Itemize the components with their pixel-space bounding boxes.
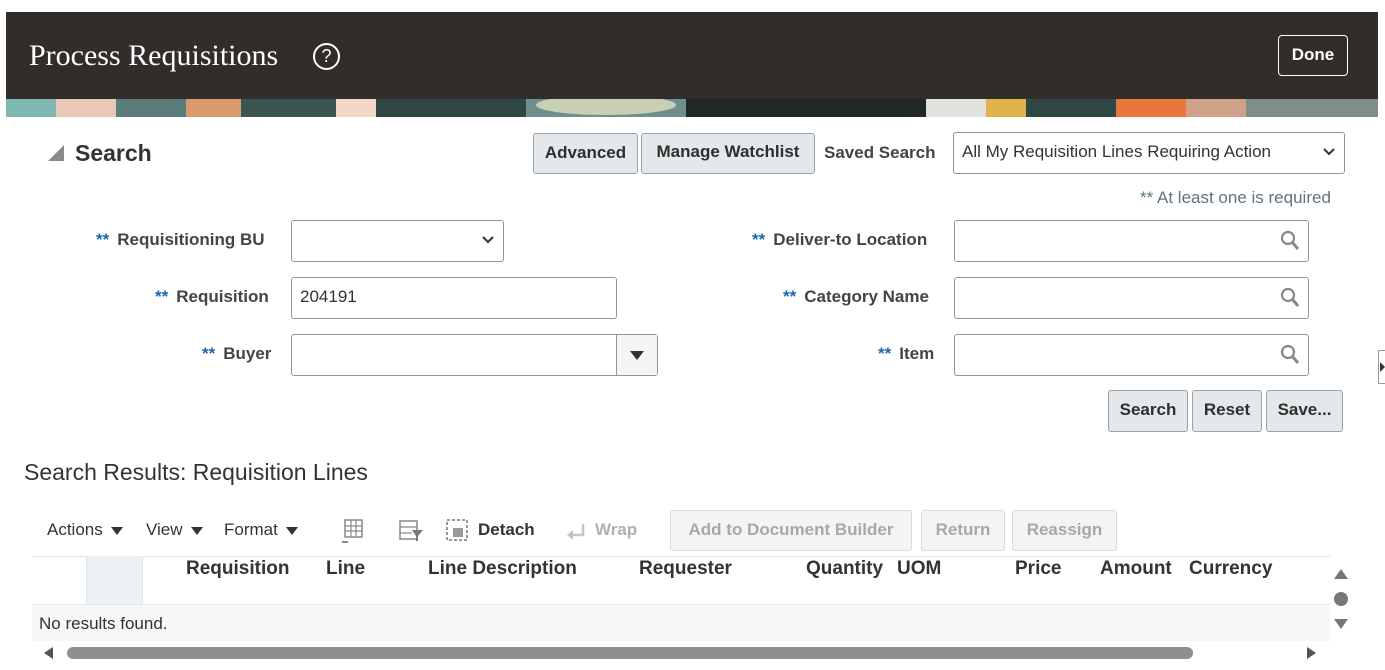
help-icon[interactable]: ? [313,43,340,70]
vertical-scrollbar[interactable] [1330,556,1352,642]
search-button[interactable]: Search [1108,390,1188,432]
return-button[interactable]: Return [921,510,1005,551]
buyer-dropdown-button[interactable] [616,335,657,375]
search-icon[interactable] [1280,230,1300,252]
expand-panel-icon [1380,362,1385,372]
item-input[interactable] [954,334,1309,376]
column-header-line-description[interactable]: Line Description [428,558,577,580]
requisition-value: 204191 [300,287,357,306]
scroll-thumb[interactable] [67,647,1193,659]
deliver-to-location-input[interactable] [954,220,1309,262]
horizontal-scrollbar[interactable] [32,642,1330,664]
deliver-to-location-label: ** Deliver-to Location [752,230,928,249]
format-menu[interactable]: Format [224,520,298,540]
dropdown-arrow-icon [630,351,644,360]
wrap-button: Wrap [595,520,638,539]
view-menu[interactable]: View [146,520,203,540]
required-marker: ** [96,230,110,249]
column-header-uom[interactable]: UOM [897,558,941,580]
scroll-left-icon[interactable] [44,647,53,659]
page-header: Process Requisitions ? Done [6,12,1378,99]
scroll-right-icon[interactable] [1307,647,1316,659]
actions-menu[interactable]: Actions [47,520,123,540]
requisitioning-bu-select[interactable] [291,220,504,262]
collapse-search-icon[interactable] [48,145,64,161]
column-header-amount[interactable]: Amount [1100,558,1172,580]
advanced-button[interactable]: Advanced [533,133,638,174]
scroll-thumb[interactable] [1334,592,1348,606]
saved-search-select[interactable]: All My Requisition Lines Requiring Actio… [953,132,1345,174]
done-button[interactable]: Done [1278,35,1348,76]
results-heading: Search Results: Requisition Lines [24,459,368,485]
required-marker: ** [202,344,216,363]
column-header-line[interactable]: Line [326,558,365,580]
saved-search-label: Saved Search [824,143,936,162]
scroll-up-icon[interactable] [1334,569,1348,579]
column-header-currency[interactable]: Currency [1189,558,1272,580]
manage-watchlist-button[interactable]: Manage Watchlist [641,133,815,174]
saved-search-value: All My Requisition Lines Requiring Actio… [962,142,1271,161]
requisition-label: ** Requisition [155,287,269,306]
chevron-down-icon [1323,148,1335,156]
search-heading: Search [75,140,152,166]
scroll-down-icon[interactable] [1334,619,1348,629]
decorative-banner [6,99,1378,117]
column-header-quantity[interactable]: Quantity [806,558,883,580]
detach-icon[interactable] [445,518,469,542]
add-to-document-builder-button[interactable]: Add to Document Builder [670,510,912,551]
requisition-input[interactable]: 204191 [291,277,617,319]
page-title: Process Requisitions [29,39,279,72]
required-hint: ** At least one is required [1140,188,1331,207]
column-header-price[interactable]: Price [1015,558,1061,580]
buyer-label: ** Buyer [202,344,272,363]
required-marker: ** [783,287,797,306]
save-button[interactable]: Save... [1266,390,1343,432]
required-marker: ** [752,230,766,249]
column-header-requisition[interactable]: Requisition [186,558,289,580]
reset-button[interactable]: Reset [1192,390,1262,432]
item-label: ** Item [878,344,935,363]
column-header-requester[interactable]: Requester [639,558,732,580]
empty-row: No results found. [32,604,1330,641]
menu-arrow-icon [285,526,298,535]
menu-arrow-icon [110,526,123,535]
chevron-down-icon [482,236,494,244]
reassign-button[interactable]: Reassign [1012,510,1117,551]
freeze-columns-icon[interactable] [340,518,364,544]
wrap-icon [567,524,585,540]
row-selector-column [86,556,143,604]
side-panel-handle[interactable] [1378,350,1385,384]
menu-arrow-icon [190,526,203,535]
buyer-combobox[interactable] [291,334,658,376]
no-results-message: No results found. [39,614,168,633]
query-by-example-icon[interactable] [398,519,424,543]
required-marker: ** [155,287,169,306]
category-name-input[interactable] [954,277,1309,319]
requisitioning-bu-label: ** Requisitioning BU [96,230,265,249]
category-name-label: ** Category Name [783,287,929,306]
search-icon[interactable] [1280,287,1300,309]
required-marker: ** [878,344,892,363]
search-icon[interactable] [1280,344,1300,366]
detach-button[interactable]: Detach [478,520,535,540]
